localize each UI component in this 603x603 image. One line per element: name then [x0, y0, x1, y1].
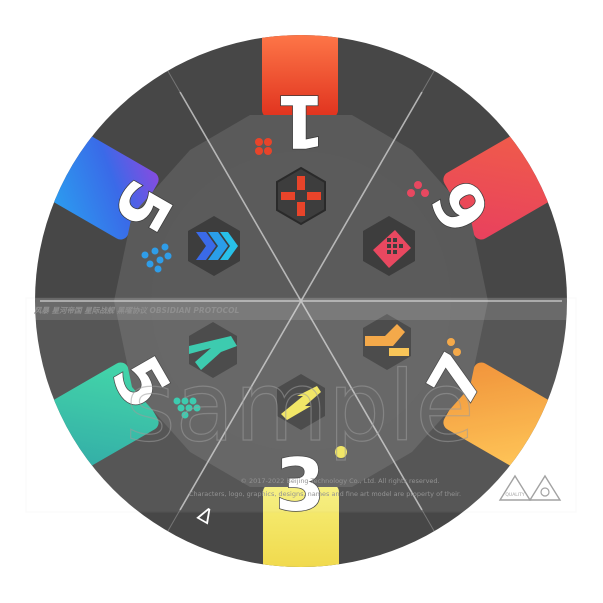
game-disc: 1 6 7 3 5 5 Δ © 2017-2022 Beijing Techno… — [25, 35, 577, 567]
game-token-stage: 1 6 7 3 5 5 Δ © 2017-2022 Beijing Techno… — [0, 0, 603, 603]
brand-strip: 风暴 星河帝国 星际战舰 黑曜协议 OBSIDIAN PROTOCOL — [33, 306, 239, 315]
segment-number-1: 1 — [276, 79, 326, 163]
watermark-text: sample — [125, 351, 474, 463]
sample-watermark: 风暴 星河帝国 星际战舰 黑曜协议 OBSIDIAN PROTOCOL samp… — [25, 297, 577, 513]
